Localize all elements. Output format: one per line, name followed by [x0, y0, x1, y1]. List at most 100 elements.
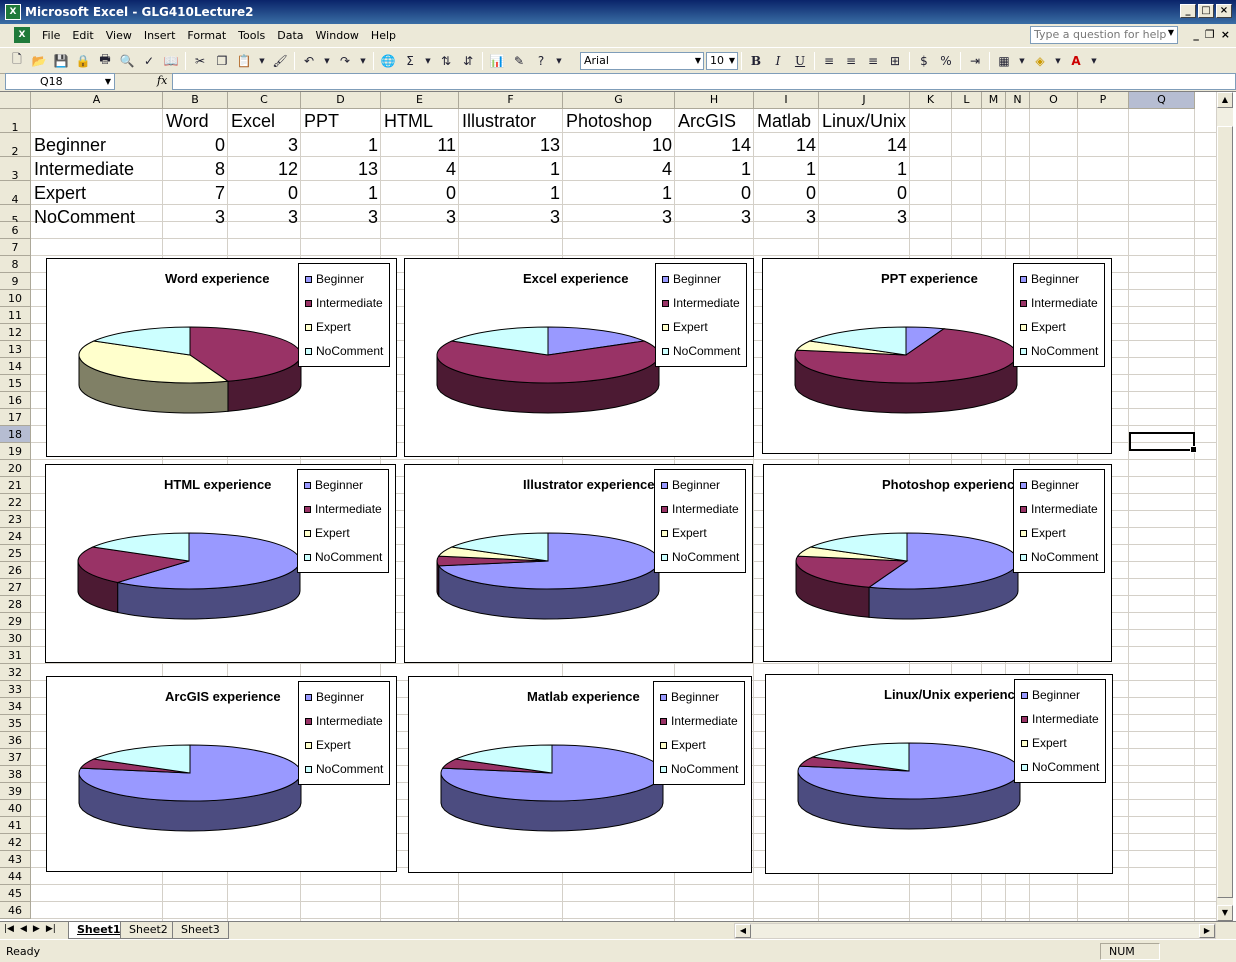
doc-close-button[interactable]: ×: [1221, 28, 1230, 41]
name-box[interactable]: Q18 ▼: [5, 73, 115, 90]
row-header[interactable]: 44: [0, 868, 31, 885]
column-header[interactable]: P: [1078, 92, 1129, 109]
row-header[interactable]: 19: [0, 443, 31, 460]
row-header[interactable]: 10: [0, 290, 31, 307]
row-header[interactable]: 24: [0, 528, 31, 545]
next-sheet-icon[interactable]: ▶: [33, 924, 40, 934]
row-label-cell[interactable]: Expert: [31, 181, 89, 205]
value-cell[interactable]: 14: [819, 133, 910, 157]
menu-format[interactable]: Format: [181, 27, 232, 44]
row-header[interactable]: 26: [0, 562, 31, 579]
row-header[interactable]: 8: [0, 256, 31, 273]
row-header[interactable]: 41: [0, 817, 31, 834]
percent-button[interactable]: %: [935, 50, 957, 72]
column-header[interactable]: K: [910, 92, 952, 109]
row-header[interactable]: 5: [0, 205, 31, 227]
bold-button[interactable]: B: [745, 50, 767, 72]
toolbar-options-icon[interactable]: ▼: [552, 50, 566, 72]
row-label-cell[interactable]: Beginner: [31, 133, 109, 157]
research-icon[interactable]: 📖: [160, 50, 182, 72]
value-cell[interactable]: 0: [754, 181, 819, 205]
chart-title[interactable]: HTML experience: [164, 477, 271, 492]
fill-color-icon[interactable]: ◈: [1029, 50, 1051, 72]
borders-dropdown-icon[interactable]: ▼: [1015, 50, 1029, 72]
worksheet-grid[interactable]: Word Excel PPT HTML Illustrator Photoshop ArcG…: [0, 91, 1236, 921]
pie-chart[interactable]: Matlab experience Beginner Intermediate Exp…: [408, 676, 752, 873]
row-header[interactable]: 16: [0, 392, 31, 409]
italic-button[interactable]: I: [767, 50, 789, 72]
cut-icon[interactable]: ✂: [189, 50, 211, 72]
value-cell[interactable]: 13: [301, 157, 381, 181]
chart-legend[interactable]: Beginner Intermediate Expert NoComment: [655, 263, 747, 367]
chart-legend[interactable]: Beginner Intermediate Expert NoComment: [1014, 679, 1106, 783]
row-header[interactable]: 33: [0, 681, 31, 698]
value-cell[interactable]: 3: [459, 205, 563, 229]
column-header[interactable]: I: [754, 92, 819, 109]
header-cell[interactable]: ArcGIS: [675, 109, 739, 133]
value-cell[interactable]: 3: [381, 205, 459, 229]
value-cell[interactable]: 4: [381, 157, 459, 181]
align-right-icon[interactable]: ≡: [862, 50, 884, 72]
row-header[interactable]: 34: [0, 698, 31, 715]
menu-window[interactable]: Window: [310, 27, 365, 44]
chart-wizard-icon[interactable]: 📊: [486, 50, 508, 72]
row-header[interactable]: 15: [0, 375, 31, 392]
menu-insert[interactable]: Insert: [138, 27, 182, 44]
value-cell[interactable]: 11: [381, 133, 459, 157]
row-header[interactable]: 46: [0, 902, 31, 919]
row-header[interactable]: 11: [0, 307, 31, 324]
font-name-select[interactable]: Arial ▼: [580, 51, 704, 70]
row-header[interactable]: 23: [0, 511, 31, 528]
workbook-icon[interactable]: X: [14, 27, 30, 43]
row-header[interactable]: 29: [0, 613, 31, 630]
open-icon[interactable]: 📂: [28, 50, 50, 72]
row-header[interactable]: 9: [0, 273, 31, 290]
fill-color-dropdown-icon[interactable]: ▼: [1051, 50, 1065, 72]
row-header[interactable]: 32: [0, 664, 31, 681]
pie-chart[interactable]: Excel experience Beginner Intermediate Expe…: [404, 258, 754, 457]
value-cell[interactable]: 0: [163, 133, 228, 157]
tab-sheet3[interactable]: Sheet3: [172, 922, 229, 939]
column-header[interactable]: M: [982, 92, 1006, 109]
chart-legend[interactable]: Beginner Intermediate Expert NoComment: [653, 681, 745, 785]
borders-icon[interactable]: ▦: [993, 50, 1015, 72]
pie-chart[interactable]: Linux/Unix experience Beginner Intermediat…: [765, 674, 1113, 874]
first-sheet-icon[interactable]: |◀: [4, 924, 14, 934]
paste-icon[interactable]: 📋: [233, 50, 255, 72]
chart-title[interactable]: Excel experience: [523, 271, 629, 286]
value-cell[interactable]: 1: [754, 157, 819, 181]
value-cell[interactable]: 14: [754, 133, 819, 157]
value-cell[interactable]: 1: [563, 181, 675, 205]
row-label-cell[interactable]: NoComment: [31, 205, 138, 229]
value-cell[interactable]: 0: [228, 181, 301, 205]
row-header[interactable]: 18: [0, 426, 31, 443]
minimize-button[interactable]: _: [1180, 4, 1196, 18]
value-cell[interactable]: 1: [459, 157, 563, 181]
value-cell[interactable]: 0: [819, 181, 910, 205]
doc-restore-button[interactable]: ❐: [1205, 28, 1215, 41]
maximize-button[interactable]: □: [1198, 4, 1214, 18]
chart-title[interactable]: Photoshop experience: [882, 477, 1021, 492]
value-cell[interactable]: 7: [163, 181, 228, 205]
chart-title[interactable]: Linux/Unix experience: [884, 687, 1022, 702]
pie-chart[interactable]: PPT experience Beginner Intermediate Expert…: [762, 258, 1112, 454]
value-cell[interactable]: 1: [819, 157, 910, 181]
chart-title[interactable]: PPT experience: [881, 271, 978, 286]
pie-chart[interactable]: HTML experience Beginner Intermediate Exper…: [45, 464, 396, 663]
paste-dropdown-icon[interactable]: ▼: [255, 50, 269, 72]
row-header[interactable]: 12: [0, 324, 31, 341]
header-cell[interactable]: Excel: [228, 109, 278, 133]
font-size-select[interactable]: 10 ▼: [706, 51, 738, 70]
row-header[interactable]: 14: [0, 358, 31, 375]
row-header[interactable]: 31: [0, 647, 31, 664]
row-header[interactable]: 17: [0, 409, 31, 426]
row-header[interactable]: 7: [0, 239, 31, 256]
value-cell[interactable]: 12: [228, 157, 301, 181]
redo-dropdown-icon[interactable]: ▼: [356, 50, 370, 72]
hyperlink-icon[interactable]: 🌐: [377, 50, 399, 72]
doc-minimize-button[interactable]: _: [1193, 28, 1199, 41]
value-cell[interactable]: 1: [301, 133, 381, 157]
column-header[interactable]: B: [163, 92, 228, 109]
row-header[interactable]: 43: [0, 851, 31, 868]
value-cell[interactable]: 3: [819, 205, 910, 229]
